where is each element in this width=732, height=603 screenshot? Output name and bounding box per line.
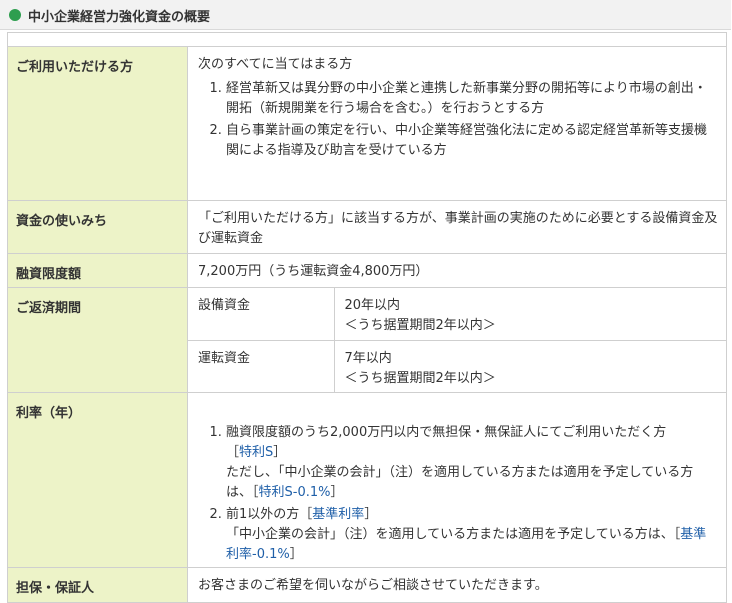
row-use: 資金の使いみち 「ご利用いただける方」に該当する方が、事業計画の実施のために必要… [7, 200, 727, 254]
row-collateral: 担保・保証人 お客さまのご希望を伺いながらご相談させていただきます。 [7, 567, 727, 603]
equipment-grace: ＜うち据置期間2年以内＞ [344, 318, 496, 333]
section-title: 中小企業経営力強化資金の概要 [28, 10, 211, 25]
label-limit: 融資限度額 [7, 253, 188, 288]
repayment-subtable: 設備資金 20年以内 ＜うち据置期間2年以内＞ 運転資金 7年以内 ＜うち据置期… [188, 288, 726, 392]
link-tokuri-s[interactable]: 特利S [239, 445, 273, 460]
row-limit: 融資限度額 7,200万円（うち運転資金4,800万円） [7, 253, 727, 288]
label-rate: 利率（年） [7, 392, 188, 568]
use-text: 「ご利用いただける方」に該当する方が、事業計画の実施のために必要とする設備資金及… [187, 200, 727, 254]
eligibility-item-1: 経営革新又は異分野の中小企業と連携した新事業分野の開拓等により市場の創出・開拓（… [226, 79, 718, 119]
link-tokuri-s-minus[interactable]: 特利S-0.1% [259, 485, 331, 500]
link-kijun-rate[interactable]: 基準利率 [312, 507, 364, 522]
row-eligibility: ご利用いただける方 次のすべてに当てはまる方 経営革新又は異分野の中小企業と連携… [7, 46, 727, 201]
label-collateral: 担保・保証人 [7, 567, 188, 603]
operating-name: 運転資金 [198, 350, 251, 366]
section-header: 中小企業経営力強化資金の概要 [0, 0, 731, 30]
eligibility-list: 経営革新又は異分野の中小企業と連携した新事業分野の開拓等により市場の創出・開拓（… [198, 79, 718, 161]
rate-item-2: 前1以外の方［基準利率］ 「中小企業の会計」（注）を適用している方または適用を予… [226, 505, 718, 565]
rate-item-1: 融資限度額のうち2,000万円以内で無担保・無保証人にてご利用いただく方 ［特利… [226, 423, 718, 503]
equipment-name: 設備資金 [198, 298, 251, 313]
collateral-text: お客さまのご希望を伺いながらご相談させていただきます。 [198, 578, 548, 593]
operating-term: 7年以内 [344, 350, 392, 366]
repayment-operating-row: 運転資金 7年以内 ＜うち据置期間2年以内＞ [188, 340, 726, 392]
table-spacer-row [7, 32, 727, 47]
rate-list: 融資限度額のうち2,000万円以内で無担保・無保証人にてご利用いただく方 ［特利… [198, 423, 718, 565]
bullet-circle-icon [9, 9, 21, 21]
eligibility-item-2: 自ら事業計画の策定を行い、中小企業等経営強化法に定める認定経営革新等支援機関によ… [226, 121, 718, 161]
equipment-term: 20年以内 [344, 298, 401, 313]
operating-grace: ＜うち据置期間2年以内＞ [344, 370, 496, 386]
row-repayment: ご返済期間 設備資金 20年以内 ＜うち据置期間2年以内＞ 運転資金 7年以内 … [7, 287, 727, 393]
eligibility-intro: 次のすべてに当てはまる方 [198, 57, 353, 72]
limit-text: 7,200万円（うち運転資金4,800万円） [198, 264, 429, 279]
label-use: 資金の使いみち [7, 200, 188, 254]
row-rate: 利率（年） 融資限度額のうち2,000万円以内で無担保・無保証人にてご利用いただ… [7, 392, 727, 568]
overview-table: ご利用いただける方 次のすべてに当てはまる方 経営革新又は異分野の中小企業と連携… [7, 32, 727, 603]
label-repayment: ご返済期間 [7, 287, 188, 393]
repayment-equipment-row: 設備資金 20年以内 ＜うち据置期間2年以内＞ [188, 288, 726, 341]
label-eligibility: ご利用いただける方 [7, 46, 188, 201]
